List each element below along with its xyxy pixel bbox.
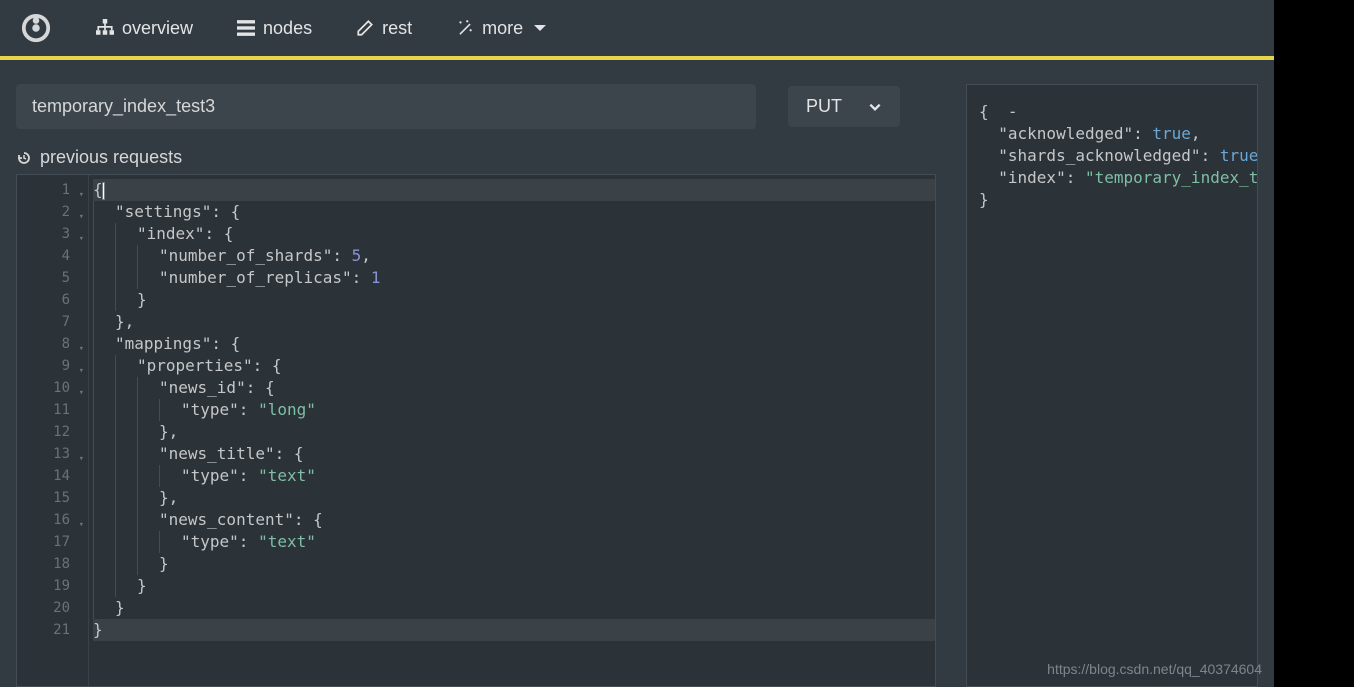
- gutter-line: 16▾: [17, 509, 88, 531]
- gutter-line: 9▾: [17, 355, 88, 377]
- chevron-down-icon: [531, 19, 549, 37]
- nav-overview-label: overview: [122, 18, 193, 39]
- gutter-line: 6: [17, 289, 88, 311]
- nav-rest[interactable]: rest: [356, 18, 412, 39]
- gutter-line: 14: [17, 465, 88, 487]
- nav-nodes-label: nodes: [263, 18, 312, 39]
- gutter-line: 15: [17, 487, 88, 509]
- chevron-down-icon: [868, 100, 882, 114]
- nav-rest-label: rest: [382, 18, 412, 39]
- code-line[interactable]: },: [93, 421, 935, 443]
- gutter-line: 19: [17, 575, 88, 597]
- code-line[interactable]: "mappings": {: [93, 333, 935, 355]
- response-viewer[interactable]: { - "acknowledged": true, "shards_acknow…: [966, 84, 1258, 687]
- code-line[interactable]: {: [93, 179, 935, 201]
- code-line[interactable]: "type": "text": [93, 531, 935, 553]
- nav-more-label: more: [482, 18, 523, 39]
- gutter-line: 17: [17, 531, 88, 553]
- gutter-line: 13▾: [17, 443, 88, 465]
- code-line[interactable]: }: [93, 575, 935, 597]
- http-method-value: PUT: [806, 96, 842, 117]
- history-icon: [16, 150, 32, 166]
- nav-nodes[interactable]: nodes: [237, 18, 312, 39]
- gutter-line: 4: [17, 245, 88, 267]
- gutter-line: 5: [17, 267, 88, 289]
- response-line: "shards_acknowledged": true: [979, 145, 1245, 167]
- gutter-line: 1▾: [17, 179, 88, 201]
- gutter-line: 18: [17, 553, 88, 575]
- gutter-line: 7: [17, 311, 88, 333]
- gutter-line: 21: [17, 619, 88, 641]
- request-body-editor[interactable]: 1▾2▾3▾45678▾9▾10▾111213▾141516▾171819202…: [16, 174, 936, 687]
- previous-requests-label: previous requests: [40, 147, 182, 168]
- code-line[interactable]: }: [93, 597, 935, 619]
- code-line[interactable]: }: [93, 553, 935, 575]
- response-line: }: [979, 189, 1245, 211]
- http-method-select[interactable]: PUT: [788, 86, 900, 127]
- code-line[interactable]: "settings": {: [93, 201, 935, 223]
- request-path-input[interactable]: [16, 84, 756, 129]
- code-line[interactable]: },: [93, 311, 935, 333]
- gutter-line: 11: [17, 399, 88, 421]
- response-line: "index": "temporary_index_t: [979, 167, 1245, 189]
- code-line[interactable]: "properties": {: [93, 355, 935, 377]
- code-line[interactable]: },: [93, 487, 935, 509]
- code-line[interactable]: "type": "long": [93, 399, 935, 421]
- code-line[interactable]: "number_of_replicas": 1: [93, 267, 935, 289]
- code-line[interactable]: "news_content": {: [93, 509, 935, 531]
- magic-icon: [456, 19, 474, 37]
- previous-requests-toggle[interactable]: previous requests: [16, 147, 936, 168]
- list-icon: [237, 19, 255, 37]
- nav-overview[interactable]: overview: [96, 18, 193, 39]
- gutter-line: 10▾: [17, 377, 88, 399]
- code-line[interactable]: }: [93, 619, 935, 641]
- editor-gutter: 1▾2▾3▾45678▾9▾10▾111213▾141516▾171819202…: [17, 175, 89, 686]
- edit-icon: [356, 19, 374, 37]
- gutter-line: 3▾: [17, 223, 88, 245]
- gutter-line: 2▾: [17, 201, 88, 223]
- code-line[interactable]: }: [93, 289, 935, 311]
- gutter-line: 8▾: [17, 333, 88, 355]
- app-logo-icon[interactable]: [20, 12, 52, 44]
- editor-code-area[interactable]: {"settings": {"index": {"number_of_shard…: [89, 175, 935, 686]
- gutter-line: 20: [17, 597, 88, 619]
- response-line: { -: [979, 101, 1245, 123]
- sitemap-icon: [96, 19, 114, 37]
- gutter-line: 12: [17, 421, 88, 443]
- code-line[interactable]: "number_of_shards": 5,: [93, 245, 935, 267]
- editor-scrollbar[interactable]: [915, 175, 935, 686]
- nav-more[interactable]: more: [456, 18, 549, 39]
- code-line[interactable]: "news_id": {: [93, 377, 935, 399]
- code-line[interactable]: "index": {: [93, 223, 935, 245]
- code-line[interactable]: "news_title": {: [93, 443, 935, 465]
- watermark-text: https://blog.csdn.net/qq_40374604: [1047, 661, 1262, 677]
- navbar: overview nodes rest more: [0, 0, 1274, 56]
- response-line: "acknowledged": true,: [979, 123, 1245, 145]
- code-line[interactable]: "type": "text": [93, 465, 935, 487]
